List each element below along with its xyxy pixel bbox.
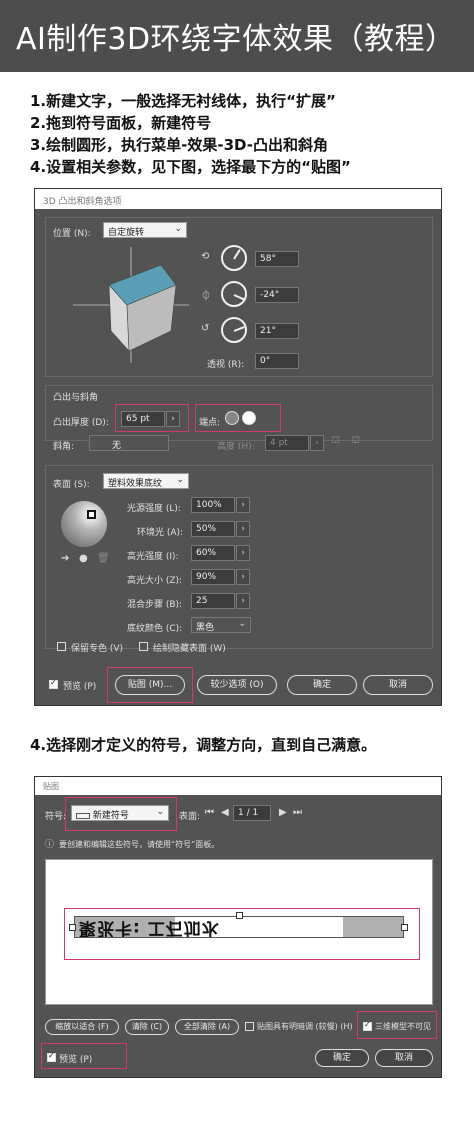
first-surface-icon[interactable]: ⏮ [205, 807, 214, 818]
clear-all-button[interactable]: 全部清除 (A) [175, 1019, 239, 1035]
delete-light-icon[interactable]: 🗑 [97, 553, 110, 564]
light-intensity-label: 光源强度 (L): [127, 504, 181, 514]
preview-label: 预览 (P) [63, 682, 97, 692]
depth-highlight [115, 404, 189, 432]
shade-artwork-label: 贴图具有明暗调 (较慢) (H) [257, 1022, 353, 1031]
rotate-x-icon: ⟲ [201, 251, 210, 262]
ambient-label: 环境光 (A): [137, 528, 184, 538]
position-select[interactable]: 自定旋转 ⌄ [103, 222, 187, 238]
rotate-z-dial[interactable] [221, 317, 247, 343]
highlight-intensity-label: 高光强度 (I): [127, 552, 179, 562]
light-source-handle[interactable] [87, 510, 96, 519]
preview-checkbox[interactable] [49, 678, 58, 689]
bevel-out-icon[interactable]: ⛫ [331, 435, 340, 448]
blend-steps-arrow[interactable]: › [236, 593, 250, 609]
rotate-y-field[interactable]: -24° [255, 287, 299, 303]
height-field[interactable]: 4 pt [265, 435, 309, 451]
surface-field[interactable]: 1 / 1 [233, 805, 271, 821]
ok-button[interactable]: 确定 [287, 675, 357, 695]
clear-button[interactable]: 清除 (C) [125, 1019, 169, 1035]
perspective-label: 透视 (R): [207, 360, 245, 370]
shade-artwork-checkbox[interactable] [245, 1022, 254, 1031]
info-icon: ⓘ [45, 840, 55, 850]
map-cancel-button[interactable]: 取消 [375, 1049, 433, 1067]
ambient-field[interactable]: 50% [191, 521, 235, 537]
last-surface-icon[interactable]: ⏭ [293, 807, 302, 818]
scale-fit-button[interactable]: 缩放以适合 (F) [45, 1019, 119, 1035]
map-preview-highlight [41, 1043, 127, 1069]
position-value: 自定旋转 [108, 228, 145, 238]
shading-color-select[interactable]: 黑色 ⌄ [191, 617, 251, 633]
position-label: 位置 (N): [53, 229, 91, 239]
invisible-geometry-highlight [357, 1011, 437, 1039]
map-art-dialog: 贴图 符号: 新建符号 ⌄ 表面: ⏮ ◀ 1 / 1 ▶ ⏭ ⓘ 要创建和编辑… [34, 776, 442, 1078]
bevel-value: 无 [112, 441, 122, 451]
symbol-highlight [65, 797, 177, 831]
light-sphere[interactable] [61, 501, 107, 547]
cancel-button[interactable]: 取消 [363, 675, 433, 695]
extrude-bevel-dialog: 3D 凸出和斜角选项 位置 (N): 自定旋转 ⌄ ⟲ 58° ⏀ -24° ↺… [34, 188, 442, 706]
light-intensity-field[interactable]: 100% [191, 497, 235, 513]
caption: 4.选择刚才定义的符号，调整方向，直到自己满意。 [30, 736, 377, 754]
steps-list: 1.新建文字，一般选择无衬线体，执行“扩展” 2.拖到符号面板，新建符号 3.绘… [30, 90, 460, 178]
draw-hidden-label: 绘制隐藏表面 (W) [153, 644, 226, 654]
extrude-section-label: 凸出与斜角 [53, 393, 99, 403]
info-text: 要创建和编辑这些符号，请使用“符号”面板。 [59, 840, 220, 849]
preserve-spot-checkbox[interactable] [57, 642, 66, 651]
new-light-icon[interactable]: ● [79, 553, 88, 564]
bevel-in-icon[interactable]: ⛫ [351, 435, 360, 448]
cap-highlight [195, 404, 281, 432]
highlight-size-arrow[interactable]: › [236, 569, 250, 585]
map-ok-button[interactable]: 确定 [315, 1049, 369, 1067]
mapped-art-highlight [64, 908, 420, 960]
rotate-y-dial[interactable] [221, 281, 247, 307]
step-2: 2.拖到符号面板，新建符号 [30, 114, 212, 132]
surface-label: 表面: [179, 812, 201, 822]
highlight-size-field[interactable]: 90% [191, 569, 235, 585]
highlight-intensity-arrow[interactable]: › [236, 545, 250, 561]
surface-label: 表面 (S): [53, 480, 90, 490]
rotate-z-icon: ↺ [201, 323, 210, 334]
ambient-arrow[interactable]: › [236, 521, 250, 537]
rotate-z-field[interactable]: 21° [255, 323, 299, 339]
step-4: 4.设置相关参数，见下图，选择最下方的“贴图” [30, 158, 351, 176]
dialog-title: 3D 凸出和斜角选项 [35, 189, 441, 209]
blend-steps-label: 混合步骤 (B): [127, 600, 183, 610]
highlight-intensity-field[interactable]: 60% [191, 545, 235, 561]
perspective-field[interactable]: 0° [255, 353, 299, 369]
map-dialog-title: 贴图 [35, 777, 441, 795]
chevron-down-icon: ⌄ [174, 224, 182, 234]
move-light-back-icon[interactable]: ➔ [61, 553, 69, 564]
shading-color-value: 黑色 [196, 623, 215, 633]
fewer-options-button[interactable]: 较少选项 (O) [197, 675, 277, 695]
height-arrow-button[interactable]: › [310, 435, 324, 451]
chevron-down-icon: ⌄ [176, 475, 184, 485]
step-3: 3.绘制圆形，执行菜单-效果-3D-凸出和斜角 [30, 136, 328, 154]
rotate-x-field[interactable]: 58° [255, 251, 299, 267]
rotate-x-dial[interactable] [221, 245, 247, 271]
step-1: 1.新建文字，一般选择无衬线体，执行“扩展” [30, 92, 336, 110]
highlight-size-label: 高光大小 (Z): [127, 576, 183, 586]
rotate-y-icon: ⏀ [201, 291, 211, 302]
light-intensity-arrow[interactable]: › [236, 497, 250, 513]
shading-color-label: 底纹颜色 (C): [127, 624, 183, 634]
preserve-spot-label: 保留专色 (V) [71, 644, 124, 654]
prev-surface-icon[interactable]: ◀ [221, 807, 229, 818]
symbol-label: 符号: [45, 812, 67, 822]
map-canvas[interactable]: 聚张卡: 工石加水 [45, 859, 433, 1005]
height-label: 高度 (H): [217, 442, 255, 452]
page-title: AI制作3D环绕字体效果（教程） [16, 22, 456, 57]
surface-select[interactable]: 塑料效果底纹 ⌄ [103, 473, 189, 489]
draw-hidden-checkbox[interactable] [139, 642, 148, 651]
next-surface-icon[interactable]: ▶ [279, 807, 287, 818]
surface-value: 塑料效果底纹 [108, 479, 163, 489]
cube-preview[interactable] [71, 245, 191, 365]
map-art-highlight [107, 667, 193, 703]
bevel-select[interactable]: 无 [89, 435, 169, 451]
depth-label: 凸出厚度 (D): [53, 418, 109, 428]
bevel-label: 斜角: [53, 442, 75, 452]
chevron-down-icon: ⌄ [238, 619, 246, 629]
blend-steps-field[interactable]: 25 [191, 593, 235, 609]
header-bar: AI制作3D环绕字体效果（教程） [0, 0, 474, 72]
